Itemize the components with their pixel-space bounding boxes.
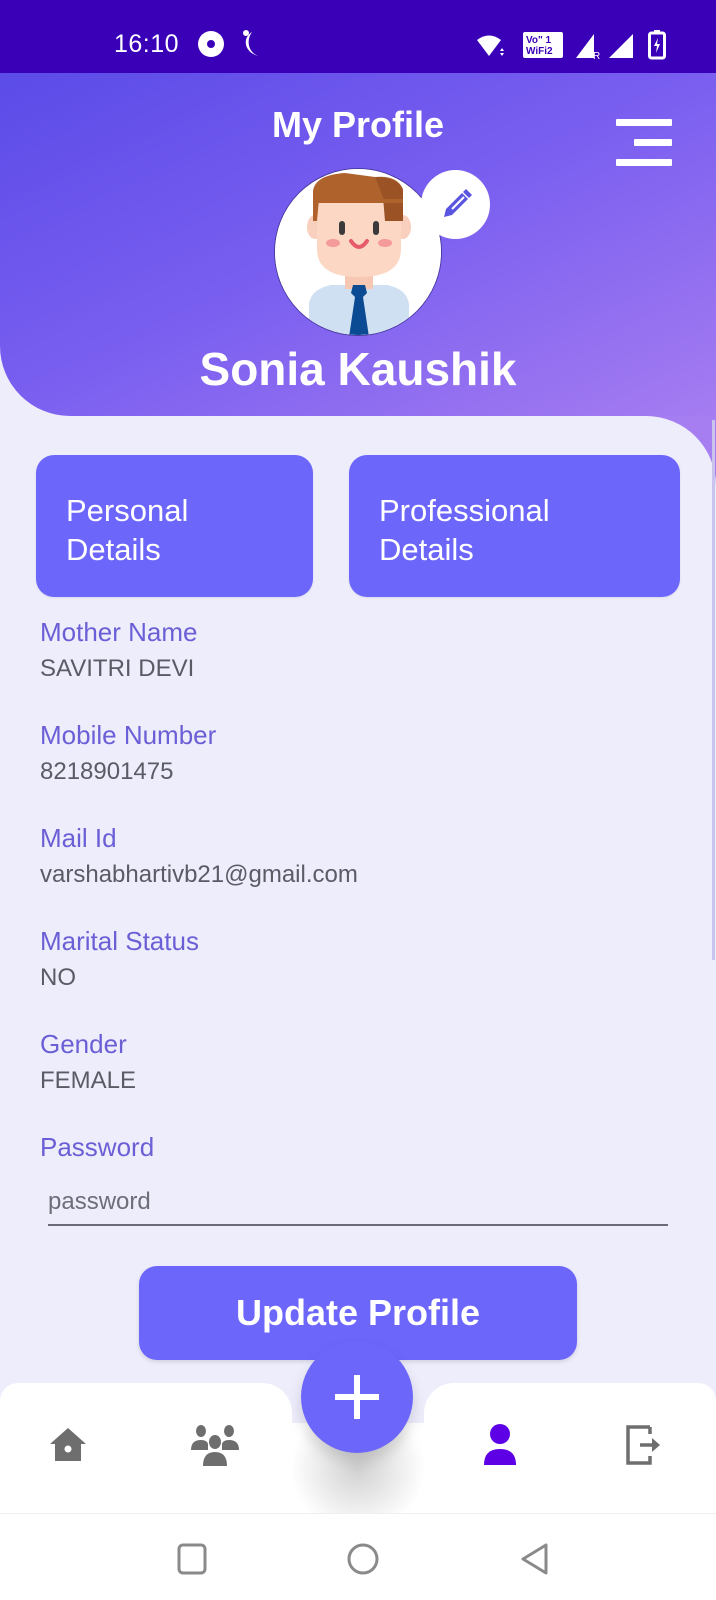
scrollbar[interactable] <box>712 420 715 960</box>
field-value: FEMALE <box>40 1067 137 1094</box>
field-label: Mobile Number <box>40 720 217 750</box>
edit-avatar-button[interactable] <box>421 170 490 239</box>
vowifi-icon: Vo" 1 WiFi2 <box>523 32 563 58</box>
field-label: Mother Name <box>40 617 198 647</box>
logout-icon <box>626 1425 660 1465</box>
wifi-icon <box>476 34 506 58</box>
group-icon <box>191 1425 239 1466</box>
svg-text:Vo" 1: Vo" 1 <box>526 35 552 46</box>
field-marital-status: Marital Status NO <box>40 925 199 993</box>
menu-icon-line <box>616 159 672 166</box>
field-label: Marital Status <box>40 926 199 956</box>
home-icon <box>50 1428 86 1461</box>
avatar-illustration <box>275 169 441 335</box>
status-bar: 16:10 Vo" 1 WiFi2 R <box>0 0 716 73</box>
back-icon <box>521 1543 548 1575</box>
svg-text:R: R <box>593 51 600 60</box>
tab-professional-details[interactable]: Professional Details <box>349 455 680 597</box>
tab-label-line1: Personal <box>66 493 189 528</box>
status-time: 16:10 <box>114 30 180 58</box>
field-label: Mail Id <box>40 823 117 853</box>
battery-charging-icon <box>648 30 666 60</box>
password-label: Password <box>40 1132 155 1162</box>
field-mail-id: Mail Id varshabhartivb21@gmail.com <box>40 822 358 890</box>
recents-icon <box>177 1543 207 1575</box>
field-mother-name: Mother Name SAVITRI DEVI <box>40 616 198 684</box>
add-button[interactable] <box>301 1341 413 1453</box>
menu-button[interactable] <box>612 115 672 167</box>
field-password: Password <box>40 1131 154 1163</box>
system-navigation <box>0 1513 716 1600</box>
tab-label-line1: Professional <box>379 493 550 528</box>
tab-label-line2: Details <box>379 532 474 567</box>
signal-icon <box>607 32 635 60</box>
back-button[interactable] <box>518 1542 552 1576</box>
nav-logout[interactable] <box>614 1415 674 1475</box>
add-icon <box>335 1375 379 1419</box>
svg-text:WiFi2: WiFi2 <box>526 46 553 57</box>
nav-profile[interactable] <box>470 1415 530 1475</box>
person-icon <box>484 1424 516 1465</box>
field-value: varshabhartivb21@gmail.com <box>40 861 358 888</box>
tab-label-line2: Details <box>66 532 161 567</box>
system-home-button[interactable] <box>346 1542 380 1576</box>
menu-icon <box>616 119 672 126</box>
field-value: NO <box>40 964 76 991</box>
field-value: SAVITRI DEVI <box>40 655 195 682</box>
moon-icon <box>238 28 264 58</box>
nav-group[interactable] <box>185 1415 245 1475</box>
menu-icon-line <box>634 139 672 146</box>
chrome-icon <box>198 31 224 57</box>
home-circle-icon <box>347 1543 379 1575</box>
avatar[interactable] <box>274 168 442 336</box>
recents-button[interactable] <box>175 1542 209 1576</box>
signal-icon: R <box>574 32 602 62</box>
field-mobile-number: Mobile Number 8218901475 <box>40 719 216 787</box>
user-name: Sonia Kaushik <box>199 343 517 395</box>
field-gender: Gender FEMALE <box>40 1028 136 1096</box>
tab-personal-details[interactable]: Personal Details <box>36 455 313 597</box>
page-title: My Profile <box>271 104 445 145</box>
password-input[interactable] <box>48 1184 668 1226</box>
field-value: 8218901475 <box>40 758 174 785</box>
nav-home[interactable] <box>38 1415 98 1475</box>
pencil-icon <box>443 188 472 217</box>
field-label: Gender <box>40 1029 127 1059</box>
